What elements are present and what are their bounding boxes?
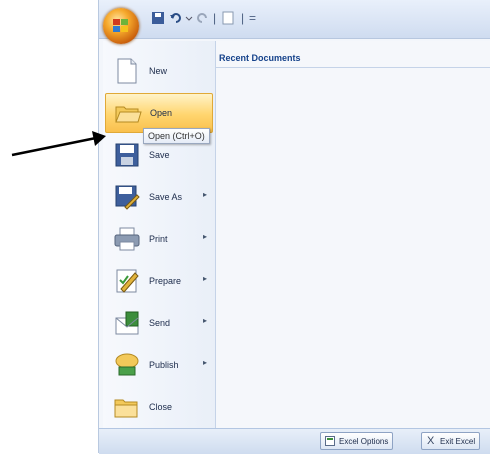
menu-item-prepare[interactable]: Prepare ▸	[105, 261, 213, 301]
exit-excel-label: Exit Excel	[440, 437, 476, 446]
qat-separator: |	[241, 11, 245, 25]
menu-footer: Excel Options X Exit Excel	[99, 428, 490, 454]
menu-item-label: New	[149, 66, 168, 76]
office-logo-icon	[113, 19, 128, 32]
tooltip-text: Open (Ctrl+O)	[148, 131, 205, 141]
submenu-arrow-icon: ▸	[202, 190, 207, 199]
menu-item-label: Save	[149, 150, 170, 160]
undo-icon[interactable]	[169, 10, 183, 26]
close-folder-icon	[114, 399, 138, 418]
redo-icon[interactable]	[195, 10, 209, 26]
submenu-arrow-icon: ▸	[202, 358, 207, 367]
customize-qat-button[interactable]: =	[249, 10, 256, 26]
save-disk-icon	[115, 143, 139, 167]
menu-item-label: Publish	[149, 360, 179, 370]
open-folder-icon	[115, 106, 142, 123]
menu-item-label: Open	[150, 108, 173, 118]
menu-item-send[interactable]: Send ▸	[105, 303, 213, 343]
command-list: New Open Save Save As ▸ Print ▸ Prepare …	[103, 41, 216, 429]
excel-options-button[interactable]: Excel Options	[320, 432, 394, 450]
menu-item-label: Save As	[149, 192, 183, 202]
printer-icon	[114, 227, 140, 251]
menu-item-label: Print	[149, 234, 168, 244]
publish-icon	[115, 353, 139, 376]
save-icon[interactable]	[151, 10, 165, 26]
divider	[216, 67, 490, 68]
menu-item-label: Send	[149, 318, 171, 328]
office-menu: New Open Save Save As ▸ Print ▸ Prepare …	[99, 38, 490, 431]
submenu-arrow-icon: ▸	[202, 316, 207, 325]
menu-item-label: Close	[149, 402, 173, 412]
quick-access-toolbar: | | =	[99, 0, 490, 44]
recent-documents-title: Recent Documents	[219, 53, 301, 63]
excel-window: | | = New Open Save Save As ▸ Print ▸ Pr…	[98, 0, 490, 454]
exit-excel-button[interactable]: X Exit Excel	[421, 432, 481, 450]
menu-item-publish[interactable]: Publish ▸	[105, 345, 213, 385]
submenu-arrow-icon: ▸	[202, 274, 207, 283]
submenu-arrow-icon: ▸	[202, 232, 207, 241]
menu-item-save-as[interactable]: Save As ▸	[105, 177, 213, 217]
menu-item-new[interactable]: New	[105, 51, 213, 91]
qat-separator: |	[213, 11, 217, 25]
close-icon: X	[427, 435, 435, 447]
menu-item-print[interactable]: Print ▸	[105, 219, 213, 259]
new-doc-icon[interactable]	[221, 10, 235, 26]
send-icon	[115, 311, 139, 335]
tooltip: Open (Ctrl+O)	[143, 128, 210, 144]
prepare-icon	[116, 269, 139, 293]
save-as-icon	[115, 185, 140, 210]
new-document-icon	[117, 58, 137, 84]
chevron-down-icon[interactable]	[185, 10, 193, 26]
menu-item-close[interactable]: Close	[105, 387, 213, 427]
menu-item-open[interactable]: Open	[105, 93, 213, 133]
excel-options-label: Excel Options	[339, 437, 389, 446]
office-button[interactable]	[103, 8, 139, 44]
recent-documents-pane: Recent Documents	[216, 41, 490, 429]
options-icon	[325, 436, 335, 446]
menu-item-label: Prepare	[149, 276, 182, 286]
